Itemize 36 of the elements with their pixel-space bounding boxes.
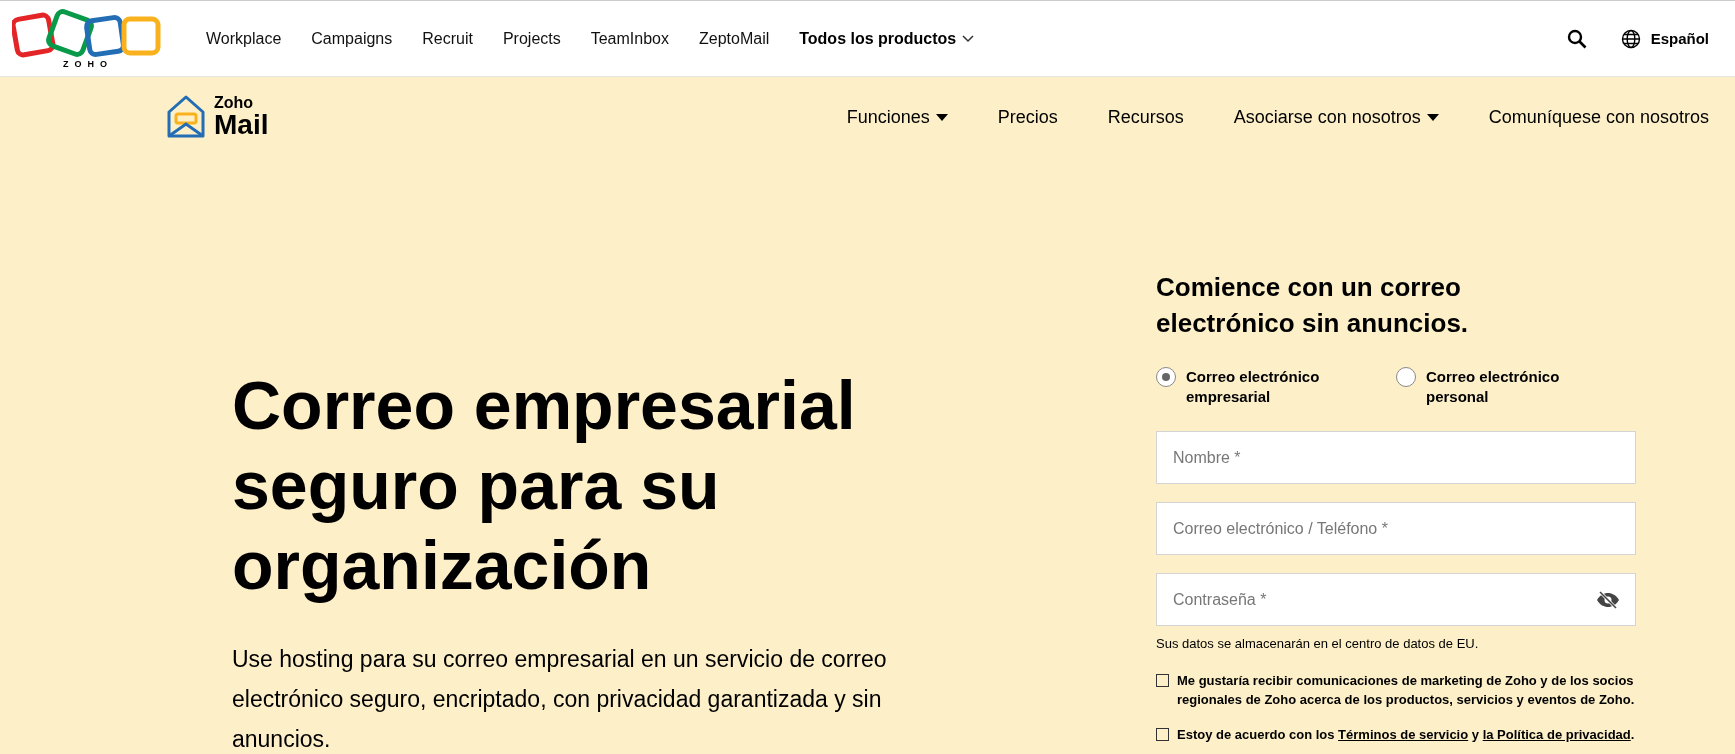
zoho-mail-logo[interactable]: Zoho Mail	[166, 92, 269, 142]
checkbox[interactable]	[1156, 728, 1169, 741]
zoho-logo[interactable]: ZOHO	[12, 8, 164, 69]
nav-link[interactable]: Recursos	[1107, 106, 1184, 128]
nav-link[interactable]: Comuníquese con nosotros	[1488, 106, 1709, 128]
policy-link[interactable]: Términos de servicio	[1338, 727, 1469, 742]
hero-description: Use hosting para su correo empresarial en un servicio de correo electrónico seguro, encriptado, con privacidad garantizada y sin anuncios.	[232, 645, 888, 754]
product-link[interactable]: ZeptoMail	[699, 29, 770, 48]
product-link[interactable]: Recruit	[422, 29, 473, 48]
eye-slash-icon[interactable]	[1596, 591, 1620, 609]
product-link[interactable]: Projects	[502, 29, 561, 48]
input-field[interactable]: Correo electrónico / Teléfono *	[1156, 502, 1636, 555]
nav-link[interactable]: Precios	[997, 106, 1058, 128]
nav-link[interactable]: Asociarse con nosotros	[1233, 106, 1439, 128]
radio-label[interactable]: Correo electrónico empresarial	[1186, 367, 1356, 407]
password-field[interactable]: Contraseña *	[1156, 573, 1636, 626]
nav-link[interactable]: Funciones	[846, 106, 948, 128]
consent-text: Me gustaría recibir comunicaciones de marketing de Zoho y de los socios regionales de Zoho acerca de los productos, servicios y eventos de Zoho.	[1177, 672, 1636, 709]
chevron-down-icon	[962, 34, 975, 43]
product-link[interactable]: Campaigns	[311, 29, 393, 48]
policy-link[interactable]: la Política de privacidad	[1482, 727, 1631, 742]
search-icon[interactable]	[1566, 28, 1587, 49]
radio-button[interactable]	[1396, 367, 1416, 387]
radio-button[interactable]	[1156, 367, 1176, 387]
radio-label[interactable]: Correo electrónico personal	[1426, 367, 1596, 407]
globe-icon	[1620, 28, 1641, 49]
input-field[interactable]: Nombre *	[1156, 431, 1636, 484]
language-selector[interactable]: Español	[1620, 28, 1709, 49]
data-center-note: Sus datos se almacenarán en el centro de datos de EU.	[1156, 636, 1480, 651]
hero-title: Correo empresarial seguro para su organización	[232, 366, 857, 605]
product-link[interactable]: Workplace	[206, 29, 282, 48]
consent-text: Estoy de acuerdo con los Términos de servicio y la Política de privacidad.	[1177, 726, 1635, 744]
all-products-menu[interactable]: Todos los productos	[799, 29, 975, 48]
signup-heading: Comience con un correo electrónico sin anuncios.	[1156, 271, 1470, 340]
product-link[interactable]: TeamInbox	[590, 29, 669, 48]
checkbox[interactable]	[1156, 674, 1169, 687]
